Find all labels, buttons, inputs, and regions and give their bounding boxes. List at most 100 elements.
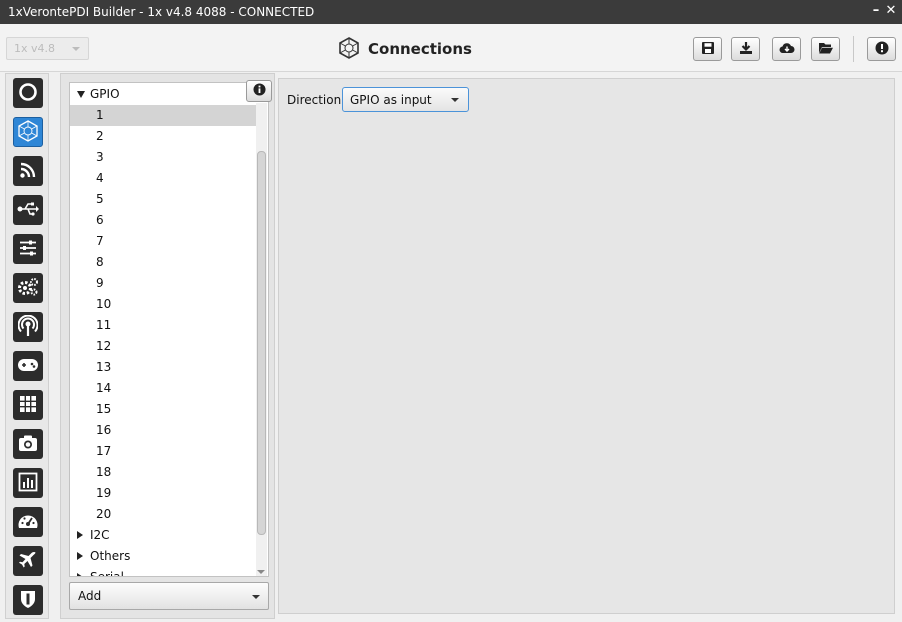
tree-item-label: 1 [96,108,104,122]
tree-item-label: 12 [96,339,112,353]
tree-item-label: 4 [96,171,104,185]
sidebar-item-connections[interactable] [13,117,43,147]
sidebar-item-broadcast[interactable] [13,312,43,342]
camera-icon [18,434,38,455]
page-title: Connections [338,36,472,62]
window-title: 1xVerontePDI Builder - 1x v4.8 4088 - CO… [8,5,315,19]
tree-item-gpio-20[interactable]: 20 [70,504,256,525]
power-ring-icon [18,82,38,105]
tree-item-gpio-12[interactable]: 12 [70,336,256,357]
connections-panel: GPIO 1 2 3 4 5 6 7 8 9 10 11 12 13 14 15… [60,73,275,619]
toolbar-separator [853,36,854,62]
tree-item-label: 3 [96,150,104,164]
sidebar-item-charts[interactable] [13,468,43,498]
tree-item-gpio-7[interactable]: 7 [70,231,256,252]
sidebar-item-feed[interactable] [13,156,43,186]
tree-group-gpio[interactable]: GPIO [70,84,256,105]
gamepad-icon [17,357,39,376]
tree-group-label: Serial [90,570,124,577]
tree-item-gpio-13[interactable]: 13 [70,357,256,378]
folder-open-icon [818,41,834,58]
window-titlebar: 1xVerontePDI Builder - 1x v4.8 4088 - CO… [0,0,902,24]
tree-item-label: 18 [96,465,112,479]
tree-item-gpio-8[interactable]: 8 [70,252,256,273]
connections-hex-icon [17,119,39,145]
direction-select[interactable]: GPIO as input [342,87,469,112]
tree-item-label: 20 [96,507,112,521]
tree-item-label: 9 [96,276,104,290]
tree-scrollbar[interactable] [256,103,267,576]
scroll-down-arrow-icon[interactable] [257,570,265,574]
sidebar-item-settings[interactable] [13,273,43,303]
tree-item-gpio-14[interactable]: 14 [70,378,256,399]
tree-item-label: 7 [96,234,104,248]
download-icon [739,41,753,58]
direction-select-value: GPIO as input [350,93,432,107]
grid-icon [19,395,37,416]
tree-item-gpio-3[interactable]: 3 [70,147,256,168]
tree-item-label: 16 [96,423,112,437]
cloud-download-button[interactable] [772,37,801,61]
minimize-button[interactable]: – [869,4,883,18]
tree-item-label: 17 [96,444,112,458]
version-selector-value: 1x v4.8 [14,42,56,55]
sidebar-item-dashboard[interactable] [13,507,43,537]
open-folder-button[interactable] [811,37,840,61]
tree-info-button[interactable] [246,80,272,102]
tree-item-gpio-4[interactable]: 4 [70,168,256,189]
page-title-text: Connections [368,40,472,58]
info-icon [252,83,266,99]
tree-group-label: GPIO [90,87,120,101]
tree-group-others[interactable]: Others [70,546,256,567]
add-dropdown[interactable]: Add [69,582,269,610]
info-icon [875,41,889,58]
tree-item-gpio-6[interactable]: 6 [70,210,256,231]
info-button[interactable] [867,37,896,61]
tree-item-gpio-17[interactable]: 17 [70,441,256,462]
save-icon [701,41,715,58]
tree-item-label: 19 [96,486,112,500]
tree-item-label: 8 [96,255,104,269]
tree-item-label: 10 [96,297,112,311]
broadcast-icon [17,314,39,340]
sidebar-item-flight[interactable] [13,546,43,576]
tree-item-gpio-18[interactable]: 18 [70,462,256,483]
tree-item-gpio-19[interactable]: 19 [70,483,256,504]
tree-group-i2c[interactable]: I2C [70,525,256,546]
sidebar-item-gamepad[interactable] [13,351,43,381]
chevron-down-icon [72,47,80,51]
tree-item-gpio-2[interactable]: 2 [70,126,256,147]
tree-item-label: 14 [96,381,112,395]
sidebar-item-usb[interactable] [13,195,43,225]
download-button[interactable] [731,37,760,61]
version-selector[interactable]: 1x v4.8 [6,37,89,60]
tree-item-gpio-11[interactable]: 11 [70,315,256,336]
sidebar-item-grid[interactable] [13,390,43,420]
tree-group-serial[interactable]: Serial [70,567,256,577]
sidebar-item-security[interactable] [13,585,43,615]
sidebar-item-camera[interactable] [13,429,43,459]
connections-tree[interactable]: GPIO 1 2 3 4 5 6 7 8 9 10 11 12 13 14 15… [69,82,269,577]
tree-item-label: 5 [96,192,104,206]
sidebar-item-sliders[interactable] [13,234,43,264]
tree-item-gpio-9[interactable]: 9 [70,273,256,294]
tree-item-gpio-1[interactable]: 1 [70,105,256,126]
tree-group-label: Others [90,549,131,563]
tree-item-label: 11 [96,318,112,332]
close-button[interactable]: ✕ [884,4,898,18]
tree-group-label: I2C [90,528,110,542]
tree-item-gpio-16[interactable]: 16 [70,420,256,441]
gears-icon [17,277,39,300]
sidebar-item-power[interactable] [13,78,43,108]
tree-item-gpio-10[interactable]: 10 [70,294,256,315]
tree-item-gpio-15[interactable]: 15 [70,399,256,420]
cloud-download-icon [778,41,795,58]
expanded-arrow-icon [77,91,85,98]
airplane-icon [18,550,38,573]
direction-label: Direction [287,93,342,107]
dashboard-gauge-icon [17,512,39,533]
tree-item-gpio-5[interactable]: 5 [70,189,256,210]
scrollbar-thumb[interactable] [257,151,266,535]
save-button[interactable] [693,37,722,61]
connections-hex-icon [338,36,360,62]
